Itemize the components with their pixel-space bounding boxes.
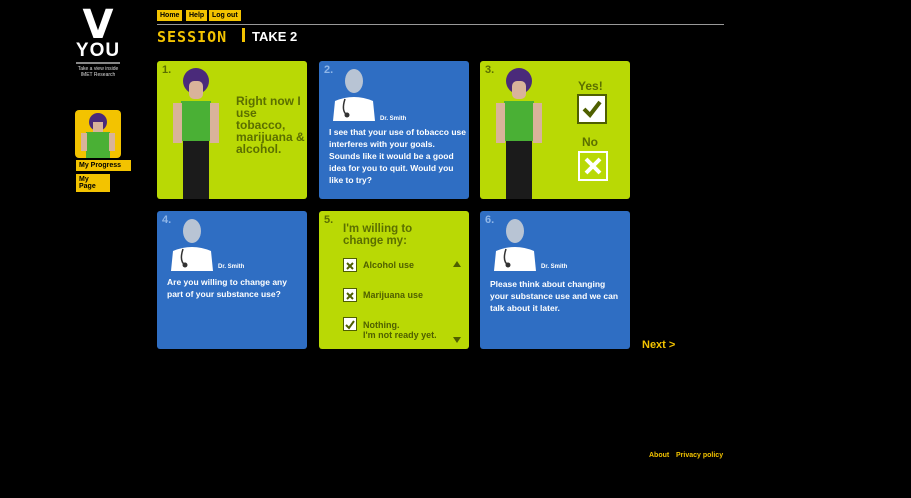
yes-checkbox[interactable] (577, 94, 607, 124)
logout-button[interactable]: Log out (209, 10, 241, 21)
my-page-button[interactable]: My Page (76, 174, 110, 192)
x-icon (346, 292, 354, 300)
x-icon (584, 157, 602, 175)
alcohol-label: Alcohol use (363, 260, 415, 270)
next-button[interactable]: Next > (642, 339, 675, 351)
doctor-name: Dr. Smith (541, 264, 568, 270)
no-label: No (582, 135, 598, 149)
logo-org: IMET Research (80, 72, 116, 78)
x-icon (346, 262, 354, 270)
my-progress-button[interactable]: My Progress (76, 160, 131, 171)
panel-1: 1. Right now I use tobacco, marijuana & … (157, 61, 307, 199)
avatar[interactable] (75, 110, 121, 158)
doctor-figure (169, 217, 215, 271)
panel-3: 3. Yes! No (480, 61, 630, 199)
alcohol-checkbox[interactable] (343, 258, 357, 272)
header-divider (157, 24, 724, 25)
logo-divider (76, 62, 120, 64)
teen-figure (490, 67, 548, 199)
privacy-policy-link[interactable]: Privacy policy (676, 452, 723, 459)
about-link[interactable]: About (649, 452, 669, 459)
doctor-dialog: Please think about changing your substan… (490, 279, 619, 313)
nothing-label: Nothing. (363, 320, 400, 330)
no-checkbox[interactable] (578, 151, 608, 181)
logo-v: V (82, 2, 114, 48)
scroll-down-icon[interactable] (453, 331, 461, 349)
doctor-dialog: I see that your use of tobacco use inter… (329, 127, 466, 185)
check-icon (345, 320, 355, 330)
logo-you: YOU (75, 40, 121, 61)
help-button[interactable]: Help (186, 10, 208, 21)
doctor-dialog: Are you willing to change any part of yo… (167, 277, 287, 299)
panel-4: 4. Dr. Smith Are you willing to change a… (157, 211, 307, 349)
panel-1-text: Right now I use tobacco, marijuana & alc… (236, 94, 305, 156)
logo: V YOU Take a view inside IMET Research (72, 2, 124, 82)
doctor-name: Dr. Smith (218, 264, 245, 270)
take-label: TAKE 2 (252, 29, 298, 44)
not-ready-label: I'm not ready yet. (363, 330, 437, 340)
panel-number: 5. (324, 214, 334, 226)
panel-5-title: I'm willing to change my: (343, 223, 413, 247)
doctor-figure (331, 67, 377, 121)
doctor-name: Dr. Smith (380, 116, 407, 122)
home-button[interactable]: Home (157, 10, 183, 21)
scroll-up-icon[interactable] (453, 255, 461, 273)
panel-2: 2. Dr. Smith I see that your use of toba… (319, 61, 469, 199)
yes-label: Yes! (578, 79, 603, 93)
session-separator (242, 28, 245, 42)
marijuana-checkbox[interactable] (343, 288, 357, 302)
marijuana-label: Marijuana use (363, 290, 424, 300)
doctor-figure (492, 217, 538, 271)
panel-6: 6. Dr. Smith Please think about changing… (480, 211, 630, 349)
session-label: SESSION (157, 28, 228, 46)
check-icon (582, 100, 602, 119)
panel-5: 5. I'm willing to change my: Alcohol use… (319, 211, 469, 349)
teen-figure (167, 67, 225, 199)
nothing-checkbox[interactable] (343, 317, 357, 331)
